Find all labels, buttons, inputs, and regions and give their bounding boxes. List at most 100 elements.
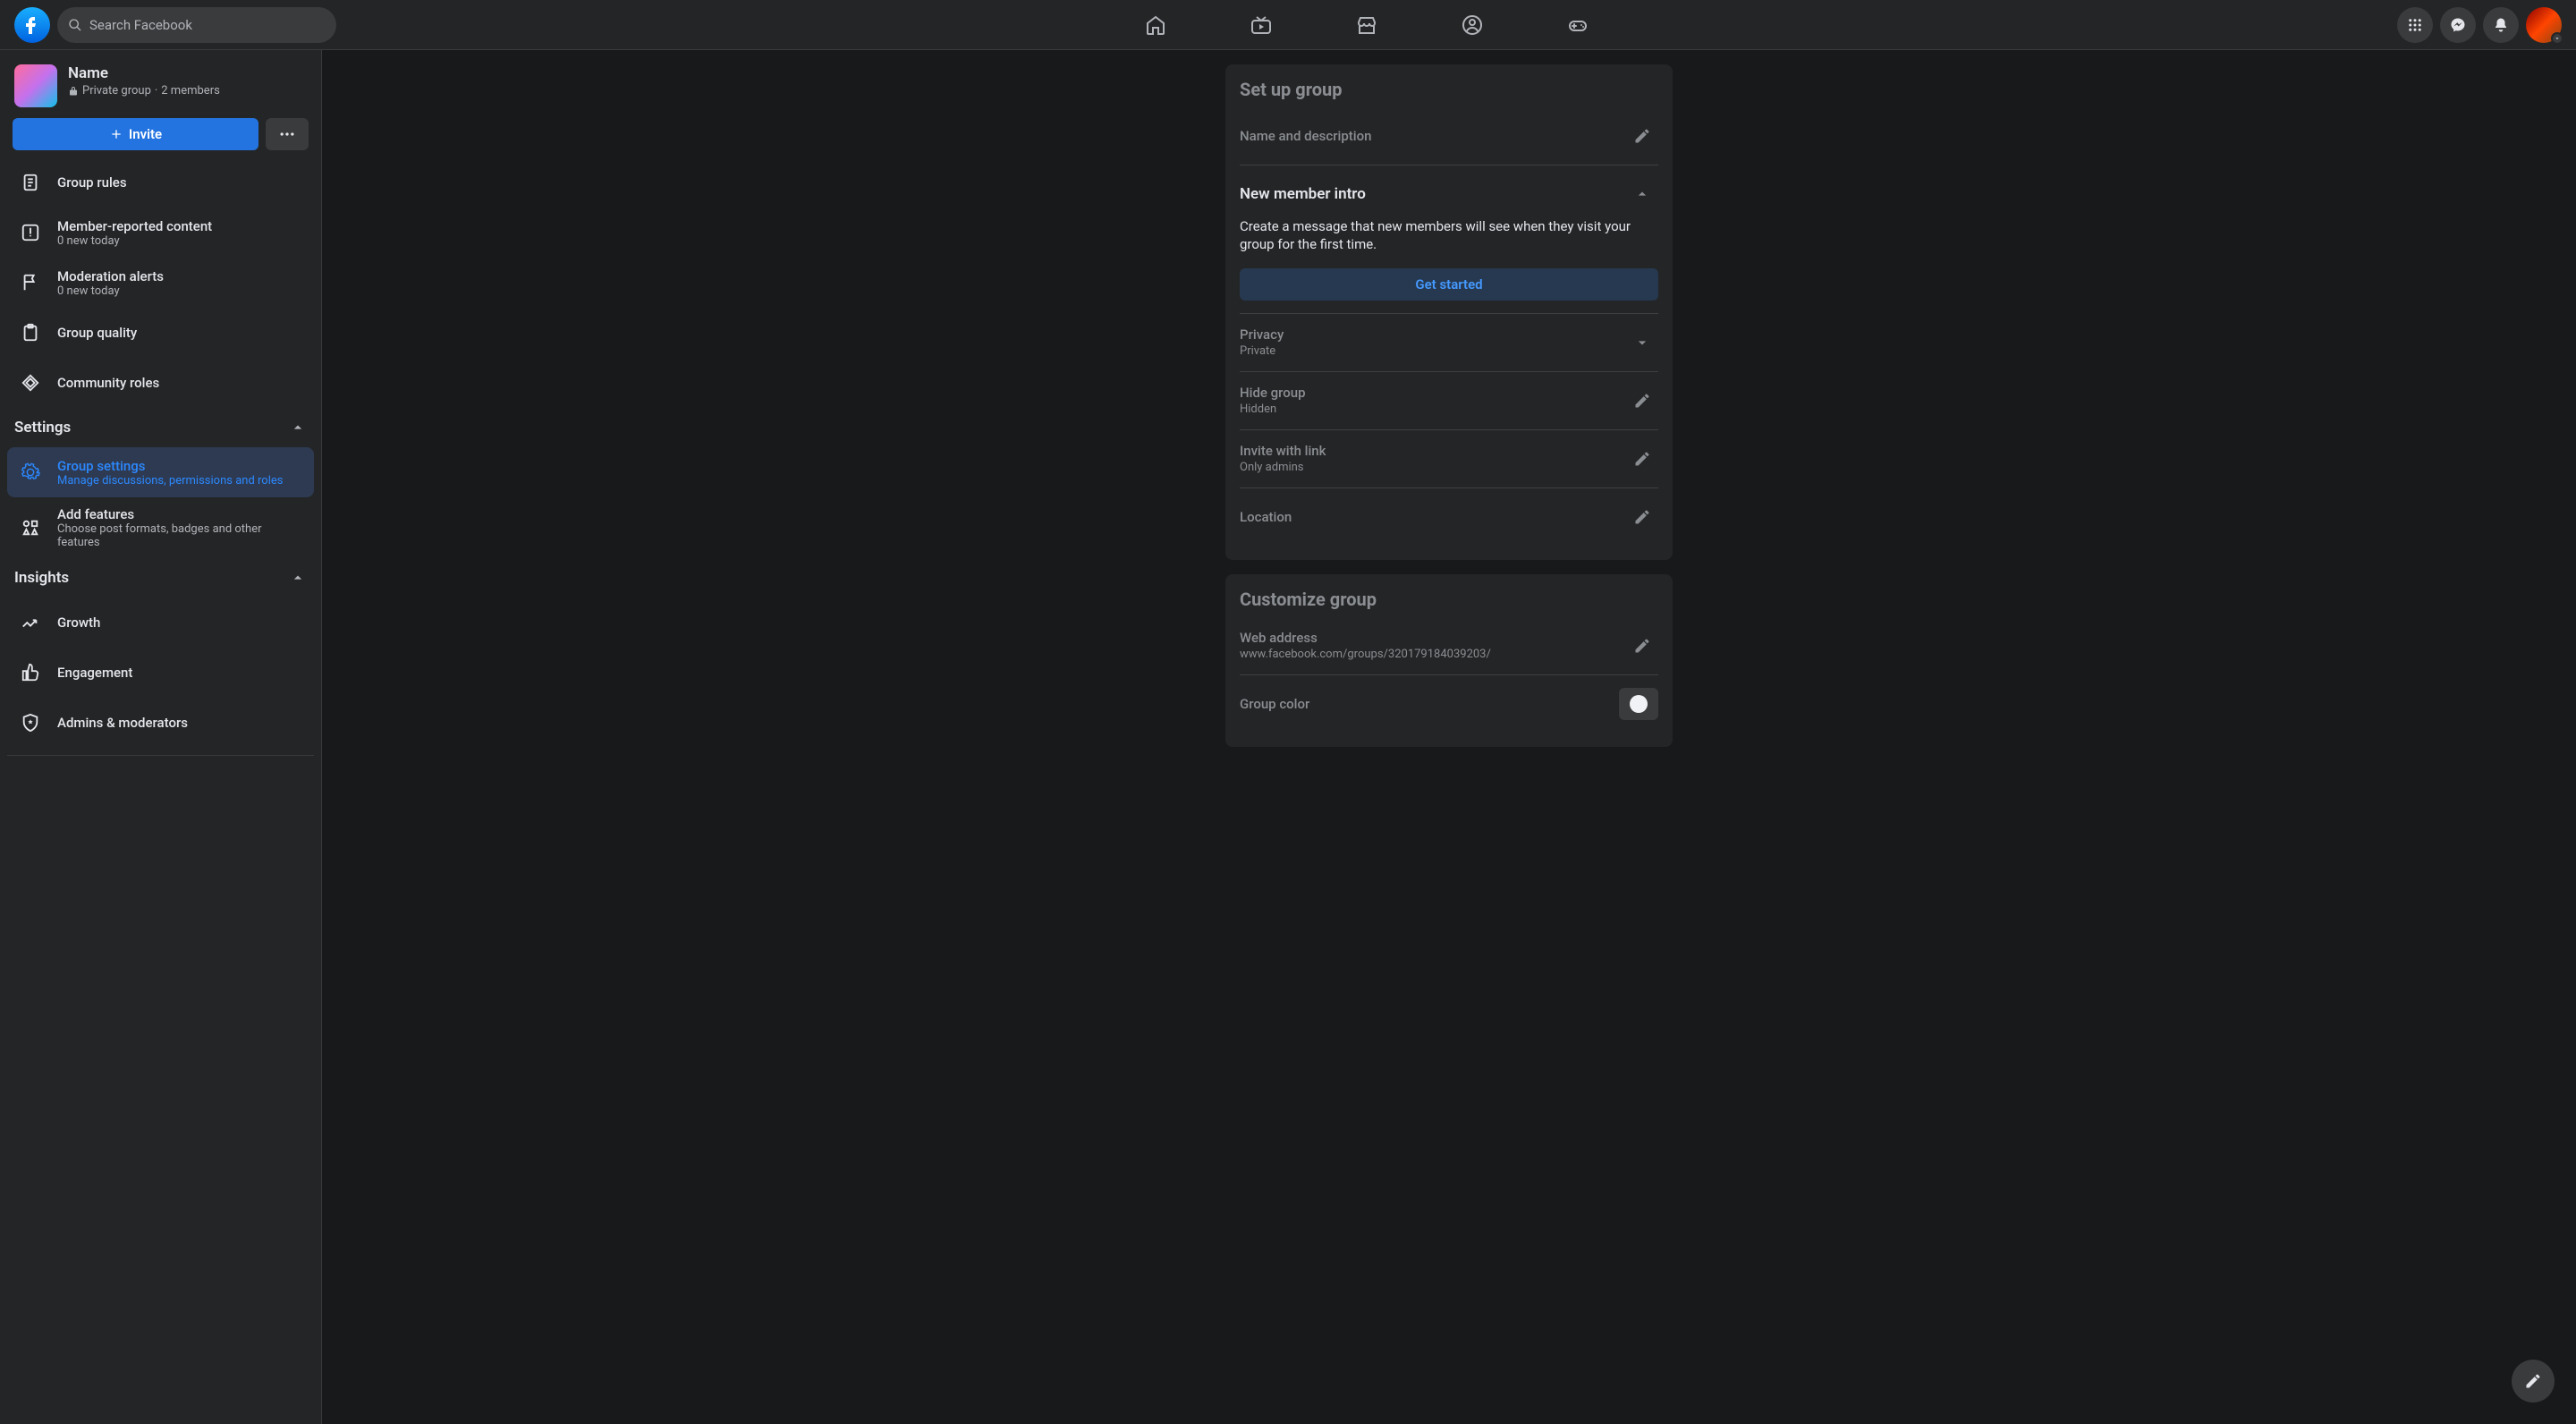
notifications-button[interactable] [2483, 7, 2519, 43]
setting-label: New member intro [1240, 185, 1366, 203]
setting-value: Private [1240, 344, 1626, 358]
color-circle [1630, 695, 1648, 713]
edit-button[interactable] [1626, 501, 1658, 533]
nav-gaming[interactable] [1529, 2, 1627, 48]
top-nav-right [2397, 7, 2562, 43]
group-name[interactable]: Name [68, 64, 220, 82]
expand-button[interactable] [1626, 326, 1658, 359]
pencil-icon [1633, 392, 1651, 410]
lock-icon [68, 86, 79, 97]
sidebar: Name Private group · 2 members Invite Gr… [0, 50, 322, 1424]
messenger-button[interactable] [2440, 7, 2476, 43]
clipboard-icon [21, 323, 40, 343]
plus-icon [109, 127, 123, 141]
group-privacy: Private group [82, 84, 151, 97]
sidebar-growth[interactable]: Growth [7, 598, 314, 648]
gear-icon [21, 462, 40, 482]
facebook-logo[interactable] [14, 7, 50, 43]
sidebar-admins[interactable]: Admins & moderators [7, 698, 314, 748]
invite-label: Invite [129, 126, 162, 142]
setting-value: Hidden [1240, 403, 1626, 416]
sidebar-group-settings[interactable]: Group settings Manage discussions, permi… [7, 447, 314, 497]
chevron-down-icon [1633, 334, 1651, 352]
pencil-icon [1633, 508, 1651, 526]
sidebar-item-sub: 0 new today [57, 284, 164, 298]
setting-label: Web address [1240, 630, 1626, 646]
grid-icon [2407, 17, 2423, 33]
sidebar-item-label: Growth [57, 615, 100, 631]
shapes-icon [21, 518, 40, 538]
group-thumbnail[interactable] [14, 64, 57, 107]
chevron-down-icon [2551, 32, 2563, 45]
setting-privacy[interactable]: Privacy Private [1240, 313, 1658, 371]
nav-groups[interactable] [1423, 2, 1521, 48]
customize-title: Customize group [1240, 589, 1658, 610]
group-meta: Private group · 2 members [68, 84, 220, 97]
sidebar-add-features[interactable]: Add features Choose post formats, badges… [7, 497, 314, 558]
sidebar-item-sub: 0 new today [57, 234, 212, 248]
pencil-icon [1633, 637, 1651, 655]
chevron-up-icon [289, 569, 307, 587]
setup-title: Set up group [1240, 79, 1658, 100]
color-picker-button[interactable] [1619, 688, 1658, 720]
search-input[interactable] [89, 17, 326, 33]
main-content: Set up group Name and description New me… [322, 50, 2576, 1424]
edit-button[interactable] [1626, 443, 1658, 475]
dots-icon [278, 125, 296, 143]
sidebar-item-label: Moderation alerts [57, 268, 164, 284]
watch-icon [1250, 14, 1272, 36]
sidebar-item-label: Group quality [57, 325, 137, 341]
compose-button[interactable] [2512, 1360, 2555, 1403]
setting-web-address[interactable]: Web address www.facebook.com/groups/3201… [1240, 617, 1658, 674]
menu-button[interactable] [2397, 7, 2433, 43]
sidebar-reported-content[interactable]: Member-reported content 0 new today [7, 208, 314, 258]
shield-star-icon [21, 713, 40, 733]
top-nav-center [336, 2, 2397, 48]
search-box[interactable] [57, 7, 336, 43]
sidebar-engagement[interactable]: Engagement [7, 648, 314, 698]
nav-watch[interactable] [1212, 2, 1310, 48]
sidebar-group-rules[interactable]: Group rules [7, 157, 314, 208]
sidebar-item-label: Group rules [57, 174, 127, 191]
setting-location[interactable]: Location [1240, 487, 1658, 546]
setting-label: Invite with link [1240, 443, 1626, 459]
sidebar-moderation-alerts[interactable]: Moderation alerts 0 new today [7, 258, 314, 308]
setting-hide-group[interactable]: Hide group Hidden [1240, 371, 1658, 429]
sidebar-item-sub: Choose post formats, badges and other fe… [57, 522, 307, 549]
home-icon [1145, 14, 1166, 36]
gaming-icon [1567, 14, 1589, 36]
section-settings[interactable]: Settings [7, 408, 314, 447]
thumb-icon [21, 663, 40, 682]
new-member-description: Create a message that new members will s… [1240, 217, 1658, 254]
setting-invite-link[interactable]: Invite with link Only admins [1240, 429, 1658, 487]
groups-icon [1462, 14, 1483, 36]
group-header: Name Private group · 2 members [7, 64, 314, 118]
pencil-icon [1633, 127, 1651, 145]
group-members[interactable]: 2 members [161, 84, 220, 97]
section-title: Insights [14, 569, 69, 587]
setting-group-color[interactable]: Group color [1240, 674, 1658, 733]
divider [7, 755, 314, 756]
get-started-button[interactable]: Get started [1240, 268, 1658, 301]
group-info: Name Private group · 2 members [68, 64, 220, 107]
section-insights[interactable]: Insights [7, 558, 314, 598]
edit-button[interactable] [1626, 630, 1658, 662]
nav-home[interactable] [1106, 2, 1205, 48]
collapse-button[interactable] [1626, 178, 1658, 210]
edit-button[interactable] [1626, 120, 1658, 152]
invite-button[interactable]: Invite [13, 118, 258, 150]
edit-button[interactable] [1626, 385, 1658, 417]
more-button[interactable] [266, 118, 309, 150]
setup-card: Set up group Name and description New me… [1225, 64, 1673, 560]
setting-name-description[interactable]: Name and description [1240, 107, 1658, 165]
profile-avatar[interactable] [2526, 7, 2562, 43]
sidebar-community-roles[interactable]: Community roles [7, 358, 314, 408]
sidebar-item-sub: Manage discussions, permissions and role… [57, 474, 283, 487]
nav-marketplace[interactable] [1318, 2, 1416, 48]
growth-icon [21, 613, 40, 632]
setting-value: www.facebook.com/groups/320179184039203/ [1240, 648, 1626, 661]
rules-icon [21, 173, 40, 192]
bell-icon [2493, 17, 2509, 33]
sidebar-item-label: Member-reported content [57, 218, 212, 234]
sidebar-group-quality[interactable]: Group quality [7, 308, 314, 358]
